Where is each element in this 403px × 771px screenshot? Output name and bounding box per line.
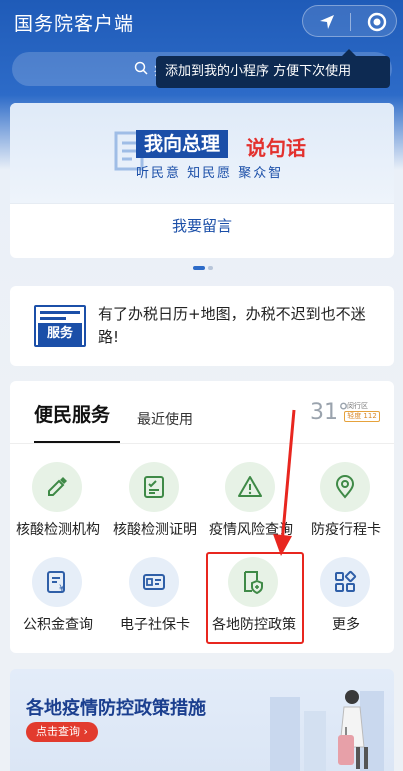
banner-art: 我向总理 说句话 听民意 知民愿 聚众智 bbox=[10, 103, 394, 203]
capsule-divider bbox=[350, 13, 351, 31]
carousel-indicator bbox=[193, 266, 217, 272]
weather-location: 闵行区 bbox=[347, 402, 368, 410]
banner-title-part-b: 说句话 bbox=[246, 136, 306, 160]
tax-notice-card[interactable]: 服务 有了办税日历+地图，办税不迟到也不迷路! bbox=[10, 286, 394, 366]
click-query-button[interactable]: 点击查询 › bbox=[26, 722, 98, 742]
navigation-arrow-icon[interactable] bbox=[317, 12, 337, 32]
fund-document-icon: ¥ bbox=[47, 571, 65, 594]
newspaper-line bbox=[40, 317, 66, 320]
banner-divider bbox=[10, 203, 394, 204]
warning-icon bbox=[238, 476, 262, 497]
service-item-nucleic-test-certificate[interactable]: 核酸检测证明 bbox=[107, 462, 203, 558]
dropper-icon bbox=[48, 477, 67, 496]
service-icon-bg: ¥ bbox=[32, 557, 82, 607]
prevention-policy-banner[interactable]: 各地疫情防控政策措施 点击查询 › bbox=[10, 669, 394, 771]
premier-message-banner[interactable]: 我向总理 说句话 听民意 知民愿 聚众智 我要留言 bbox=[10, 103, 394, 258]
mini-program-capsule bbox=[302, 5, 397, 37]
banner-subtitle: 听民意 知民愿 聚众智 bbox=[136, 166, 284, 181]
weather-aqi-badge: 轻度 112 bbox=[344, 411, 380, 422]
annotation-arrow-icon bbox=[273, 409, 296, 556]
tab-recently-used[interactable]: 最近使用 bbox=[137, 409, 193, 429]
service-item-more[interactable]: 更多 bbox=[298, 557, 394, 653]
app-title: 国务院客户端 bbox=[14, 13, 135, 35]
service-icon-bg bbox=[32, 462, 82, 512]
notice-text: 有了办税日历+地图，办税不迟到也不迷路! bbox=[98, 305, 366, 346]
svg-text:¥: ¥ bbox=[59, 584, 65, 594]
service-item-travel-card[interactable]: 防疫行程卡 bbox=[298, 462, 394, 558]
carousel-dot-active bbox=[193, 266, 205, 270]
service-label: 核酸检测证明 bbox=[113, 522, 197, 538]
tab-convenience-services[interactable]: 便民服务 bbox=[34, 400, 110, 427]
tooltip-text: 添加到我的小程序 方便下次使用 bbox=[165, 64, 352, 79]
tab-divider bbox=[10, 443, 394, 444]
service-badge: 服务 bbox=[38, 323, 82, 345]
bottom-banner-title: 各地疫情防控政策措施 bbox=[26, 698, 206, 719]
service-icon-bg bbox=[129, 557, 179, 607]
add-mini-program-tooltip: 添加到我的小程序 方便下次使用 bbox=[156, 49, 390, 88]
highlight-box bbox=[206, 552, 304, 644]
service-label: 公积金查询 bbox=[23, 617, 93, 633]
newspaper-line bbox=[40, 311, 80, 314]
close-target-icon[interactable] bbox=[367, 12, 387, 32]
top-bar: 国务院客户端 bbox=[0, 0, 403, 44]
service-icon-bg bbox=[129, 462, 179, 512]
search-icon bbox=[134, 61, 148, 75]
leave-message-button[interactable]: 我要留言 bbox=[10, 215, 394, 236]
service-item-housing-fund[interactable]: ¥ 公积金查询 bbox=[10, 557, 106, 653]
service-icon-bg bbox=[225, 462, 275, 512]
service-icon-bg bbox=[320, 462, 370, 512]
service-label: 电子社保卡 bbox=[120, 617, 190, 633]
location-pin-icon bbox=[335, 475, 355, 499]
id-card-icon bbox=[143, 574, 165, 590]
grid-icon bbox=[335, 570, 357, 592]
service-newspaper-icon: 服务 bbox=[34, 305, 86, 347]
banner-title-part-a: 我向总理 bbox=[136, 130, 229, 158]
service-item-nucleic-test-sites[interactable]: 核酸检测机构 bbox=[10, 462, 106, 558]
carousel-dot bbox=[208, 266, 213, 270]
traveler-illustration-icon bbox=[270, 690, 384, 771]
certificate-icon bbox=[144, 476, 164, 498]
service-icon-bg bbox=[320, 557, 370, 607]
service-item-social-security-card[interactable]: 电子社保卡 bbox=[107, 557, 203, 653]
service-label: 更多 bbox=[332, 617, 360, 633]
service-label: 核酸检测机构 bbox=[16, 522, 100, 538]
